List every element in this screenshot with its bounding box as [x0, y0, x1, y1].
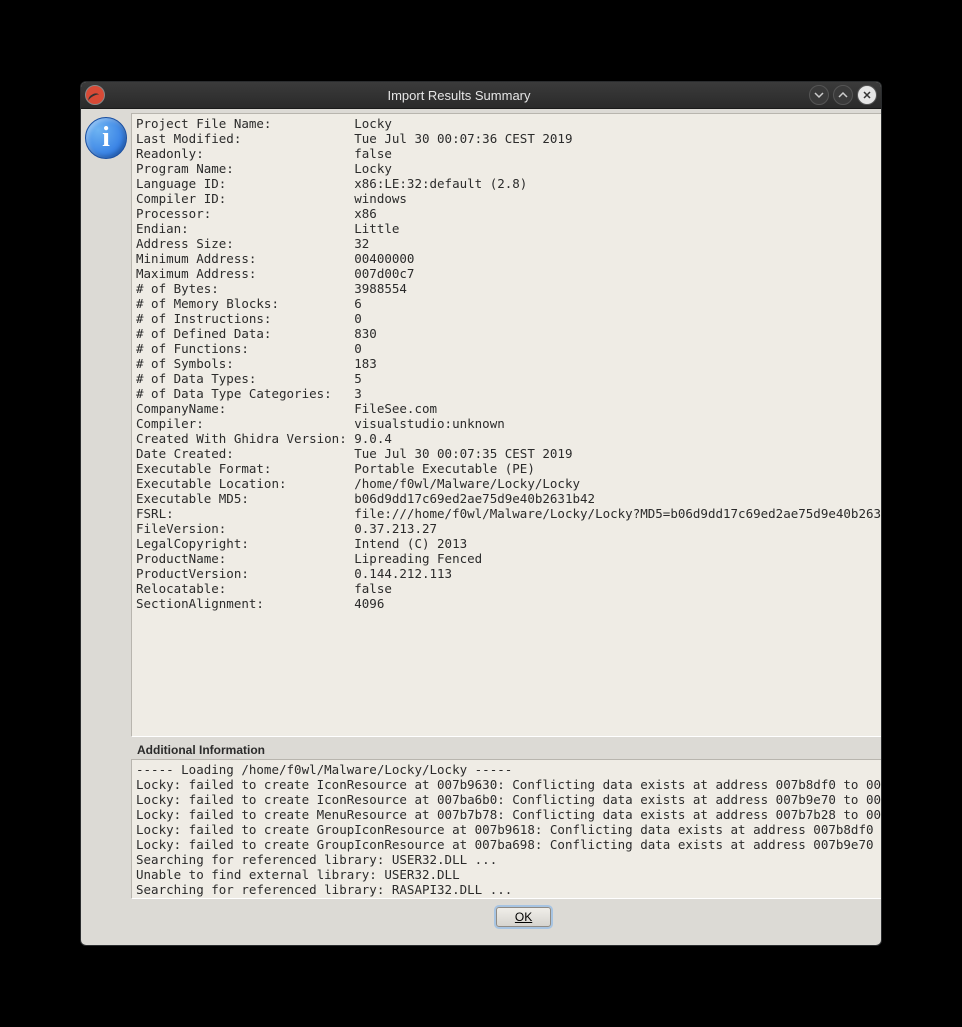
icon-column: i — [81, 109, 131, 945]
ok-button[interactable]: OK — [496, 907, 551, 927]
minimize-button[interactable] — [809, 85, 829, 105]
main-column: Project File Name: Locky Last Modified: … — [131, 109, 882, 945]
window-controls — [809, 85, 877, 105]
info-icon: i — [85, 117, 127, 159]
dialog-window: Import Results Summary i Project File Na… — [80, 81, 882, 946]
close-button[interactable] — [857, 85, 877, 105]
additional-info-heading: Additional Information — [131, 737, 882, 759]
close-icon — [862, 90, 872, 100]
chevron-up-icon — [838, 90, 848, 100]
chevron-down-icon — [814, 90, 824, 100]
additional-info-text-area[interactable]: ----- Loading /home/f0wl/Malware/Locky/L… — [131, 759, 882, 899]
ok-button-label: OK — [515, 910, 532, 924]
maximize-button[interactable] — [833, 85, 853, 105]
app-icon — [85, 85, 105, 105]
dialog-content: i Project File Name: Locky Last Modified… — [81, 109, 881, 945]
titlebar[interactable]: Import Results Summary — [81, 82, 881, 109]
summary-text-area[interactable]: Project File Name: Locky Last Modified: … — [131, 113, 882, 737]
window-title: Import Results Summary — [109, 88, 809, 103]
button-row: OK — [131, 899, 882, 937]
